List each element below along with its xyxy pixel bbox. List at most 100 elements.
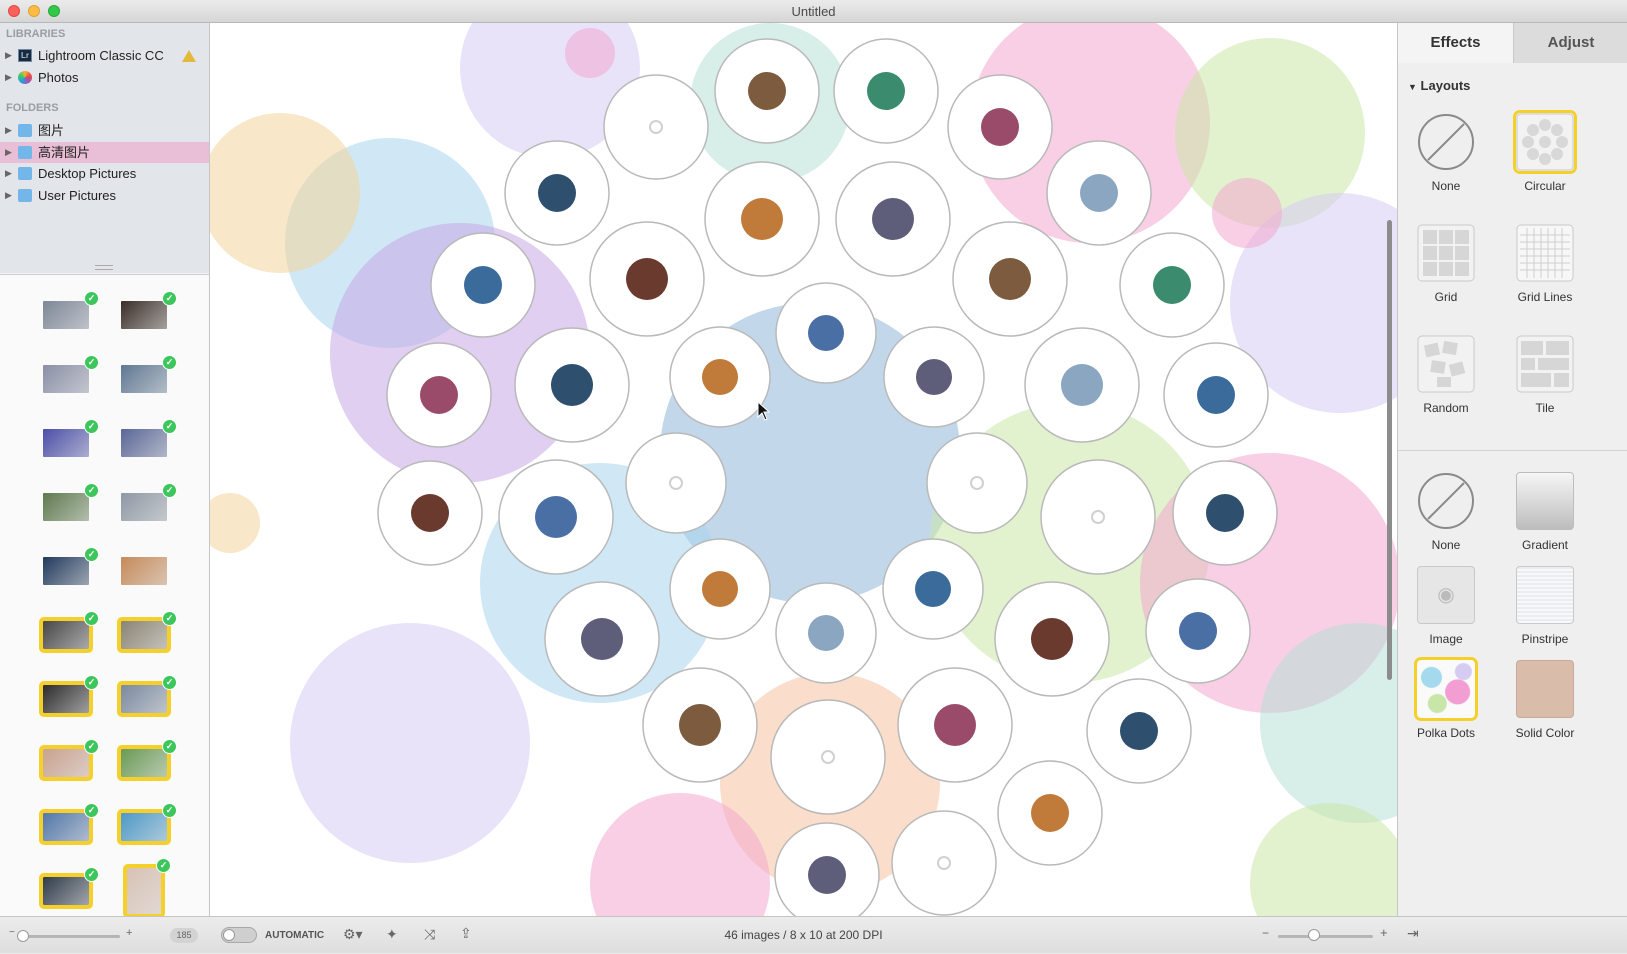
empty-photo-slot[interactable] (891, 810, 997, 916)
photo-thumbnail[interactable] (121, 557, 167, 585)
photo-slot[interactable] (952, 221, 1068, 337)
photo-slot[interactable] (1172, 460, 1278, 566)
photo-thumbnail[interactable]: ✓ (39, 867, 99, 909)
photo-slot[interactable] (714, 38, 820, 144)
folder-item-hd-pictures[interactable]: ▶ 高清图片 (0, 142, 209, 163)
photo-slot[interactable] (430, 232, 536, 338)
background-option-pinstripe[interactable]: Pinstripe (1499, 566, 1589, 656)
photo-slot[interactable] (514, 327, 630, 443)
zoom-out-small-icon[interactable]: − (9, 927, 15, 938)
photo-slot[interactable] (642, 667, 758, 783)
photo-thumbnail[interactable]: ✓ (117, 803, 177, 845)
empty-photo-slot[interactable] (625, 432, 727, 534)
folder-item-desktop-pictures[interactable]: ▶ Desktop Pictures (0, 163, 209, 184)
photo-thumbnail[interactable]: ✓ (39, 803, 99, 845)
photo-thumbnail[interactable]: ✓ (39, 739, 99, 781)
photo-slot[interactable] (1119, 232, 1225, 338)
photo-thumbnail[interactable]: ✓ (121, 355, 177, 393)
photo-thumbnail[interactable]: ✓ (43, 291, 99, 329)
empty-photo-slot[interactable] (1040, 459, 1156, 575)
background-option-none[interactable]: None (1400, 472, 1490, 562)
tab-effects[interactable]: Effects (1398, 23, 1513, 63)
photo-thumbnail[interactable]: ✓ (117, 739, 177, 781)
photo-slot[interactable] (1163, 342, 1269, 448)
photo-thumbnail[interactable]: ✓ (117, 611, 177, 653)
empty-photo-slot[interactable] (926, 432, 1028, 534)
layout-option-circular[interactable]: Circular (1499, 110, 1589, 203)
photo-slot[interactable] (774, 822, 880, 916)
photo-slot[interactable] (544, 581, 660, 697)
disclosure-triangle-icon[interactable]: ▶ (5, 67, 12, 88)
photo-slot[interactable] (883, 326, 985, 428)
photo-thumbnail[interactable]: ✓ (43, 419, 99, 457)
collage-canvas[interactable] (210, 23, 1397, 916)
background-option-solid[interactable]: Solid Color (1499, 660, 1589, 750)
photo-slot[interactable] (1145, 578, 1251, 684)
photo-slot[interactable] (704, 161, 820, 277)
photo-thumbnail[interactable]: ✓ (43, 355, 99, 393)
photo-image (1031, 794, 1069, 832)
photo-thumbnail[interactable]: ✓ (117, 675, 177, 717)
photo-slot[interactable] (997, 760, 1103, 866)
photo-slot[interactable] (833, 38, 939, 144)
photo-thumbnail[interactable]: ✓ (121, 419, 177, 457)
disclosure-triangle-icon[interactable]: ▶ (5, 163, 12, 184)
photo-slot[interactable] (882, 538, 984, 640)
photo-slot[interactable] (504, 140, 610, 246)
photo-slot[interactable] (589, 221, 705, 337)
photo-slot[interactable] (377, 460, 483, 566)
photo-slot[interactable] (669, 326, 771, 428)
thumbnail-size-slider[interactable] (20, 935, 120, 938)
disclosure-triangle-icon[interactable]: ▶ (5, 120, 12, 141)
background-option-image[interactable]: ◉ Image (1400, 566, 1490, 656)
photo-slot[interactable] (498, 459, 614, 575)
photo-slot[interactable] (994, 581, 1110, 697)
photo-thumbnail[interactable]: ✓ (39, 675, 99, 717)
photo-slot[interactable] (1024, 327, 1140, 443)
export-icon[interactable]: ⇥ (1407, 925, 1419, 942)
canvas-zoom-slider[interactable] (1278, 935, 1373, 938)
photo-slot[interactable] (835, 161, 951, 277)
canvas-scrollbar[interactable] (1387, 220, 1392, 680)
photo-thumbnail[interactable]: ✓ (121, 291, 177, 329)
library-item-lightroom[interactable]: ▶ Lr Lightroom Classic CC (0, 45, 209, 66)
photo-slot[interactable] (386, 342, 492, 448)
canvas-zoom-slider-knob[interactable] (1308, 929, 1320, 941)
layout-option-none[interactable]: None (1400, 113, 1490, 203)
layout-option-grid[interactable]: Grid (1400, 224, 1490, 314)
photo-slot[interactable] (1046, 140, 1152, 246)
pane-splitter-handle[interactable] (95, 265, 113, 270)
zoom-in-small-icon[interactable]: + (126, 927, 132, 939)
empty-photo-slot[interactable] (770, 699, 886, 815)
photo-slot[interactable] (775, 582, 877, 684)
photo-slot[interactable] (669, 538, 771, 640)
library-item-photos[interactable]: ▶ Photos (0, 67, 209, 88)
layout-option-tile[interactable]: Tile (1499, 335, 1589, 425)
folder-item-pictures-cn[interactable]: ▶ 图片 (0, 120, 209, 141)
photo-thumbnail[interactable]: ✓ (43, 547, 99, 585)
photo-slot[interactable] (947, 74, 1053, 180)
background-option-gradient[interactable]: Gradient (1499, 472, 1589, 562)
zoom-out-icon[interactable]: − (1262, 926, 1269, 940)
thumbnail-size-slider-knob[interactable] (17, 930, 29, 942)
photo-thumbnail[interactable]: ✓ (39, 611, 99, 653)
disclosure-triangle-icon[interactable]: ▶ (5, 45, 12, 66)
photo-slot[interactable] (897, 667, 1013, 783)
layouts-section-header[interactable]: ▼ Layouts (1408, 78, 1470, 93)
layout-option-gridlines[interactable]: Grid Lines (1499, 224, 1589, 314)
collage-svg[interactable] (210, 23, 1397, 916)
zoom-in-icon[interactable]: + (1380, 925, 1388, 940)
layout-option-random[interactable]: Random (1400, 335, 1490, 425)
disclosure-triangle-icon[interactable]: ▶ (5, 185, 12, 206)
photo-slot[interactable] (775, 282, 877, 384)
folder-item-user-pictures[interactable]: ▶ User Pictures (0, 185, 209, 206)
photo-thumbnail[interactable]: ✓ (43, 483, 99, 521)
photo-slot[interactable] (1086, 678, 1192, 784)
thumbnail-browser[interactable]: ✓ ✓ ✓ ✓ ✓ ✓ ✓ ✓ ✓ ✓ ✓ ✓ ✓ ✓ ✓ ✓ ✓ ✓ ✓ (0, 274, 209, 916)
background-option-polka[interactable]: Polka Dots (1400, 657, 1490, 750)
photo-thumbnail[interactable]: ✓ (121, 483, 177, 521)
tab-adjust[interactable]: Adjust (1513, 23, 1627, 63)
empty-photo-slot[interactable] (603, 74, 709, 180)
photo-thumbnail[interactable]: ✓ (123, 858, 171, 916)
disclosure-triangle-icon[interactable]: ▶ (5, 142, 12, 163)
